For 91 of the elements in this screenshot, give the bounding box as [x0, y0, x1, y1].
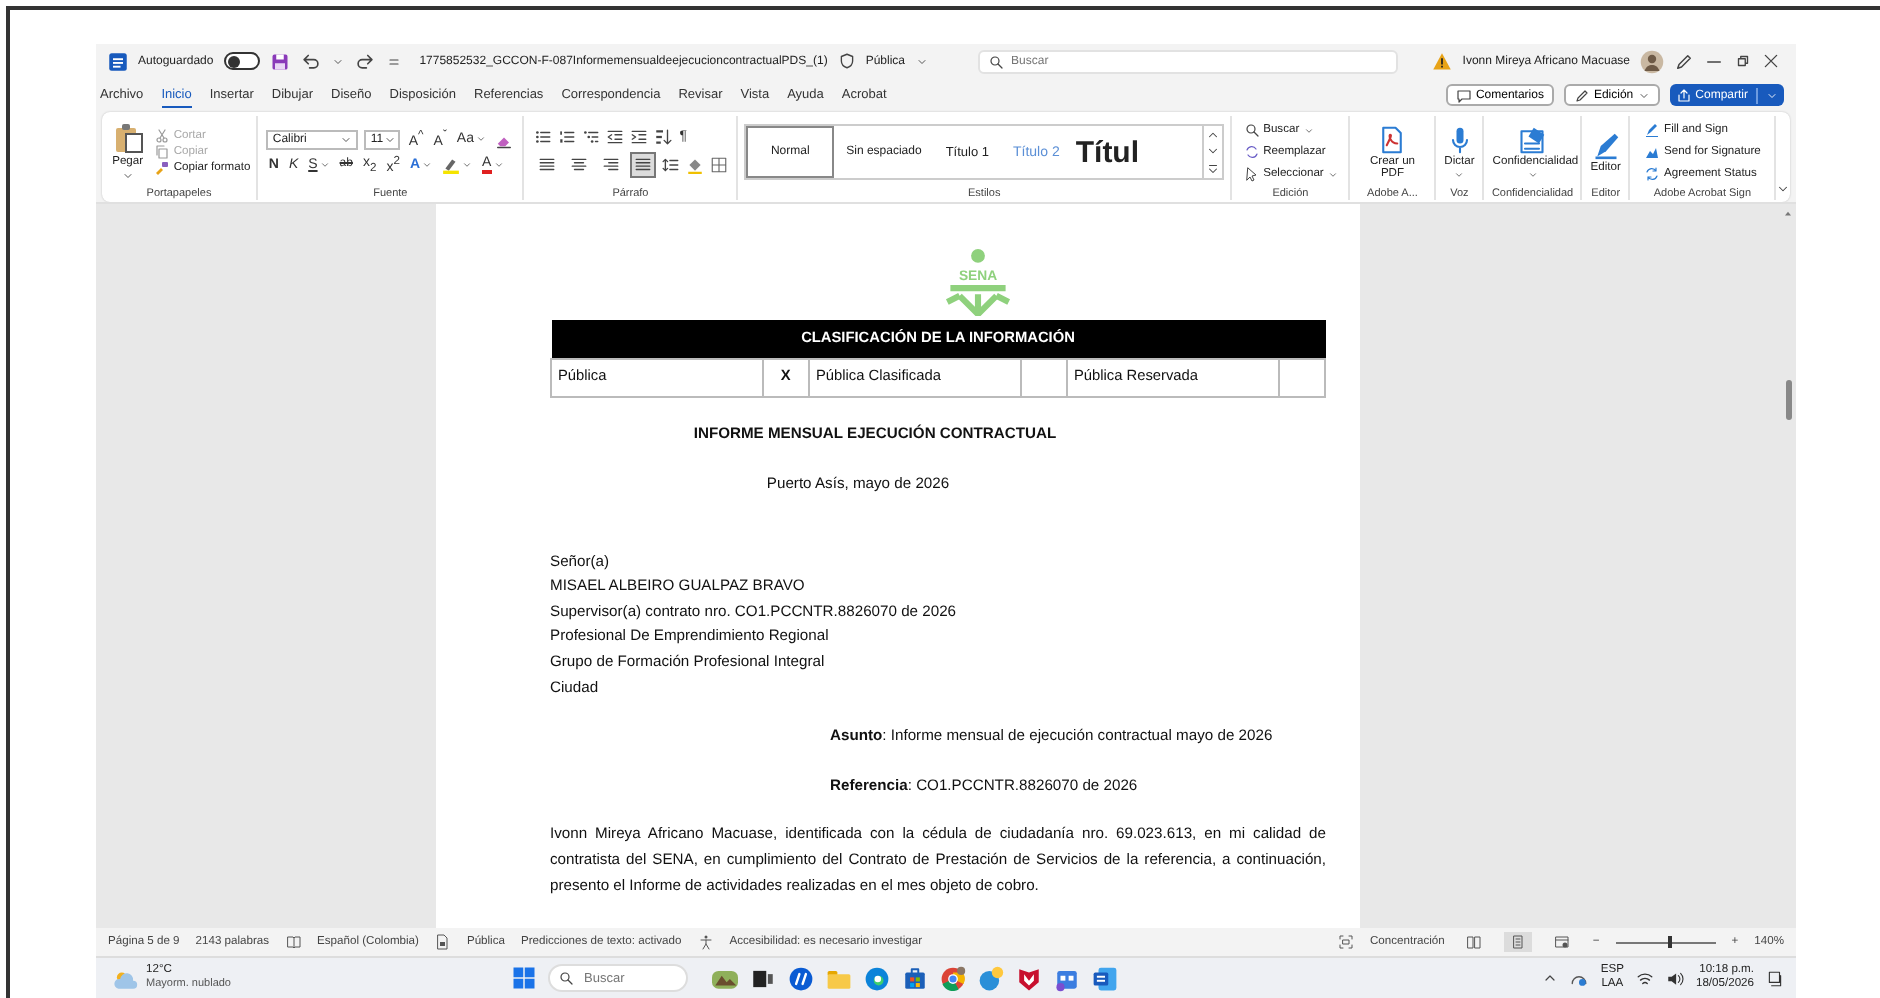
table-cell [1278, 358, 1325, 396]
caret-icon [1527, 169, 1538, 179]
read-mode-icon [1466, 934, 1483, 950]
browser-icon[interactable] [940, 965, 966, 991]
multilevel-list-icon[interactable] [581, 127, 600, 145]
caret-icon [319, 159, 330, 170]
scroll-down-icon[interactable] [1206, 144, 1221, 159]
document-icon [1518, 125, 1547, 153]
accessibility-icon [697, 934, 714, 950]
share-icon [1675, 87, 1692, 103]
logo-drawing [944, 249, 1012, 316]
collapse-icon[interactable] [1775, 182, 1790, 196]
app-icon[interactable] [788, 965, 814, 991]
caret-icon [422, 159, 433, 170]
pen-icon [1644, 122, 1661, 138]
scissors-icon [153, 128, 170, 144]
scroll-up-icon[interactable] [1206, 127, 1221, 142]
send-icon [1644, 144, 1661, 160]
calendar-icon[interactable] [1054, 965, 1080, 991]
zoom-thumb[interactable] [1668, 936, 1673, 948]
decrease-indent-icon[interactable] [605, 127, 624, 145]
caret-icon [121, 170, 134, 182]
undo-icon[interactable] [299, 50, 322, 72]
caret-icon [493, 159, 504, 170]
line-spacing-icon[interactable] [661, 155, 680, 173]
align-right-icon [601, 155, 620, 173]
avatar-icon[interactable] [1640, 49, 1664, 73]
restore-icon[interactable] [1734, 52, 1752, 70]
caret-icon [915, 55, 928, 67]
browser-icon[interactable] [864, 965, 890, 991]
caret-icon [1637, 89, 1650, 101]
search-icon [558, 970, 574, 986]
clipboard-icon [111, 122, 144, 154]
numbering-icon[interactable] [557, 127, 576, 145]
search-icon [987, 53, 1004, 69]
comment-icon [1455, 87, 1472, 103]
save-icon[interactable] [269, 51, 290, 71]
warning-icon [1432, 51, 1453, 71]
shield-icon [837, 52, 856, 70]
table-cell [1020, 358, 1067, 396]
style-option[interactable]: Títul [1071, 126, 1144, 178]
expand-icon[interactable] [1206, 162, 1221, 177]
caret-icon [1766, 89, 1778, 101]
caret-icon [1303, 125, 1314, 135]
task-view-icon[interactable] [750, 965, 776, 991]
replace-icon [1243, 144, 1260, 160]
store-icon[interactable] [902, 965, 928, 991]
close-icon[interactable] [1762, 52, 1780, 70]
notification-icon[interactable] [1766, 969, 1784, 987]
web-layout-icon [1554, 934, 1571, 950]
caret-icon [383, 133, 396, 146]
align-center-icon [569, 155, 588, 173]
caret-icon [1454, 169, 1465, 179]
landscape-icon[interactable] [712, 965, 738, 991]
align-justify-button[interactable] [629, 151, 656, 177]
pen-icon [1591, 131, 1620, 159]
wifi-icon[interactable] [1635, 969, 1654, 987]
scroll-up-icon[interactable] [1782, 208, 1794, 220]
caret-icon [462, 159, 473, 170]
cursor-icon [1243, 166, 1260, 182]
sort-icon[interactable] [653, 127, 672, 145]
view-button[interactable] [1504, 932, 1533, 952]
shield-icon[interactable] [1016, 965, 1042, 991]
zoom-slider[interactable] [1615, 934, 1716, 950]
align-justify-icon [633, 155, 652, 173]
pen-icon[interactable] [1674, 51, 1694, 71]
copy-icon [153, 144, 170, 160]
pdf-icon [1378, 125, 1407, 153]
document-icon [434, 934, 451, 950]
app-icon[interactable] [978, 965, 1004, 991]
bullets-icon[interactable] [533, 127, 552, 145]
print-layout-icon [1510, 934, 1527, 950]
volume-icon[interactable] [1665, 969, 1684, 987]
pen-icon [1573, 87, 1590, 103]
focus-icon [1338, 934, 1354, 950]
paintbrush-icon [153, 160, 170, 176]
book-icon[interactable] [285, 934, 302, 950]
redo-icon[interactable] [353, 50, 376, 72]
refresh-icon [1644, 166, 1661, 182]
caret-icon [475, 134, 486, 145]
search-icon [1243, 122, 1260, 138]
caret-icon [1327, 169, 1338, 179]
app-icon [108, 51, 128, 71]
align-left-icon [537, 155, 556, 173]
document-app-icon[interactable] [1092, 965, 1118, 991]
highlight-button[interactable] [440, 155, 475, 174]
autosave-toggle[interactable] [223, 52, 260, 70]
windows-icon[interactable] [512, 966, 536, 990]
increase-indent-icon[interactable] [629, 127, 648, 145]
borders-icon[interactable] [709, 155, 728, 173]
chevron-up-icon[interactable] [1542, 970, 1559, 986]
